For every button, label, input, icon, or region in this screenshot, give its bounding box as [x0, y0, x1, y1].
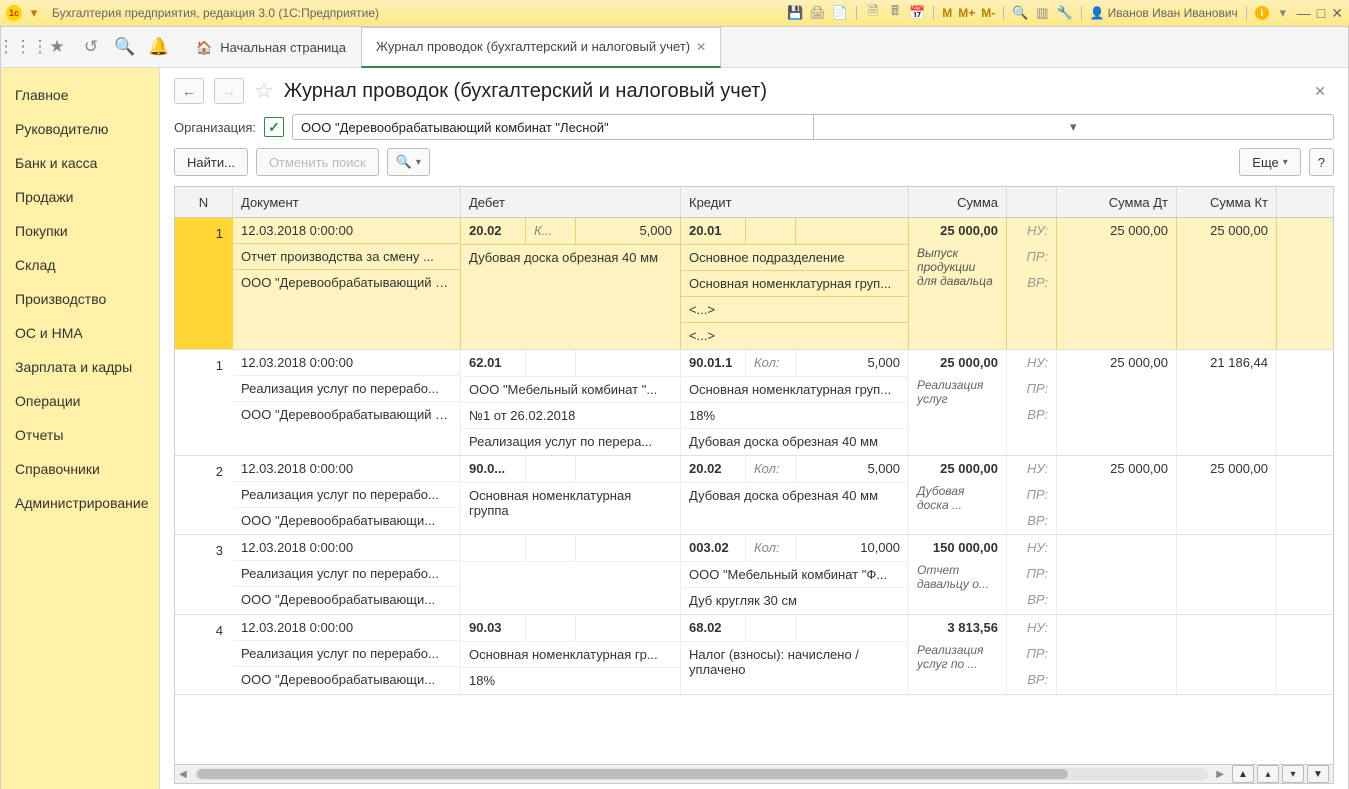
sidebar: ГлавноеРуководителюБанк и кассаПродажиПо… [1, 68, 160, 789]
org-value: ООО "Деревообрабатывающий комбинат "Лесн… [293, 120, 812, 135]
nav-back-button[interactable]: ← [174, 78, 204, 104]
col-sum[interactable]: Сумма [909, 187, 1007, 217]
help-button[interactable]: ? [1309, 148, 1334, 176]
star-icon[interactable]: ★ [47, 37, 67, 57]
sidebar-item-11[interactable]: Справочники [1, 452, 159, 486]
col-credit[interactable]: Кредит [681, 187, 909, 217]
col-n[interactable]: N [175, 187, 233, 217]
horizontal-scrollbar[interactable] [195, 768, 1209, 780]
panels-icon[interactable]: ▥ [1034, 5, 1050, 21]
tab-close-icon[interactable]: ✕ [696, 40, 706, 54]
goto-bottom-button[interactable]: ▼ [1307, 765, 1329, 783]
scroll-right-icon[interactable]: ▶ [1216, 769, 1224, 780]
scroll-left-icon[interactable]: ◀ [179, 769, 187, 780]
cell-n: 2 [175, 456, 233, 534]
compare-icon[interactable]: 🗎 [865, 5, 881, 21]
org-checkbox[interactable]: ✓ [264, 117, 284, 137]
zoom-icon[interactable]: 🔍 [1012, 5, 1028, 21]
tab-journal[interactable]: Журнал проводок (бухгалтерский и налогов… [361, 27, 721, 68]
user-icon: 👤 [1090, 6, 1105, 20]
cell-n: 3 [175, 535, 233, 614]
col-document[interactable]: Документ [233, 187, 461, 217]
tab-home[interactable]: 🏠 Начальная страница [181, 28, 361, 67]
org-input[interactable]: ООО "Деревообрабатывающий комбинат "Лесн… [292, 114, 1334, 140]
goto-top-button[interactable]: ▲ [1232, 765, 1254, 783]
cancel-search-button[interactable]: Отменить поиск [256, 148, 379, 176]
data-table: N Документ Дебет Кредит Сумма Сумма Дт С… [174, 186, 1334, 784]
sidebar-item-9[interactable]: Операции [1, 384, 159, 418]
memory-m-button[interactable]: M [942, 6, 952, 20]
current-user[interactable]: 👤 Иванов Иван Иванович [1090, 6, 1238, 20]
col-sum-kt[interactable]: Сумма Кт [1177, 187, 1277, 217]
search-dropdown-button[interactable]: 🔍▾ [387, 148, 430, 176]
save-icon[interactable]: 💾 [787, 5, 803, 21]
more-button[interactable]: Еще ▾ [1239, 148, 1300, 176]
calendar-icon[interactable]: 📅 [909, 5, 925, 21]
sidebar-item-0[interactable]: Главное [1, 78, 159, 112]
help-icon[interactable]: i [1255, 6, 1269, 20]
table-row[interactable]: 112.03.2018 0:00:00Отчет производства за… [175, 218, 1333, 350]
sidebar-item-5[interactable]: Склад [1, 248, 159, 282]
tool-icon[interactable]: 🔧 [1056, 5, 1072, 21]
sidebar-item-6[interactable]: Производство [1, 282, 159, 316]
minimize-button[interactable]: — [1297, 5, 1311, 21]
calc-icon[interactable]: 🖩 [887, 5, 903, 21]
search-icon[interactable]: 🔍 [115, 37, 135, 57]
org-label: Организация: [174, 120, 256, 135]
maximize-button[interactable]: □ [1317, 5, 1325, 21]
table-row[interactable]: 312.03.2018 0:00:00Реализация услуг по п… [175, 535, 1333, 615]
table-row[interactable]: 212.03.2018 0:00:00Реализация услуг по п… [175, 456, 1333, 535]
titlebar: 1c ▾ Бухгалтерия предприятия, редакция 3… [0, 0, 1349, 27]
sidebar-item-8[interactable]: Зарплата и кадры [1, 350, 159, 384]
org-dropdown-icon[interactable]: ▾ [813, 115, 1333, 139]
bell-icon[interactable]: 🔔 [149, 37, 169, 57]
table-footer: ◀ ▶ ▲ ▴ ▾ ▼ [175, 764, 1333, 783]
logo-1c-icon: 1c [6, 5, 22, 21]
table-header: N Документ Дебет Кредит Сумма Сумма Дт С… [175, 187, 1333, 218]
table-row[interactable]: 112.03.2018 0:00:00Реализация услуг по п… [175, 350, 1333, 456]
tab-journal-label: Журнал проводок (бухгалтерский и налогов… [376, 39, 690, 54]
table-row[interactable]: 412.03.2018 0:00:00Реализация услуг по п… [175, 615, 1333, 695]
sidebar-item-3[interactable]: Продажи [1, 180, 159, 214]
sidebar-item-2[interactable]: Банк и касса [1, 146, 159, 180]
apps-icon[interactable]: ⋮⋮⋮ [13, 37, 33, 57]
close-button[interactable]: ✕ [1331, 5, 1343, 22]
history-icon[interactable]: ↺ [81, 37, 101, 57]
table-body[interactable]: 112.03.2018 0:00:00Отчет производства за… [175, 218, 1333, 764]
find-button[interactable]: Найти... [174, 148, 248, 176]
cell-n: 1 [175, 218, 233, 349]
memory-mplus-button[interactable]: M+ [958, 6, 975, 20]
sidebar-item-4[interactable]: Покупки [1, 214, 159, 248]
go-up-button[interactable]: ▴ [1257, 765, 1279, 783]
page-title: Журнал проводок (бухгалтерский и налогов… [284, 80, 767, 103]
cell-n: 4 [175, 615, 233, 694]
col-labels [1007, 187, 1057, 217]
go-down-button[interactable]: ▾ [1282, 765, 1304, 783]
favorite-icon[interactable]: ☆ [254, 78, 274, 104]
dropdown-icon[interactable]: ▾ [26, 5, 42, 21]
info-dropdown-icon[interactable]: ▾ [1275, 5, 1291, 21]
sidebar-item-12[interactable]: Администрирование [1, 486, 159, 520]
home-icon: 🏠 [196, 40, 212, 56]
memory-mminus-button[interactable]: M- [981, 6, 995, 20]
col-sum-dt[interactable]: Сумма Дт [1057, 187, 1177, 217]
document-icon[interactable]: 📄 [832, 5, 848, 21]
tab-home-label: Начальная страница [220, 40, 346, 55]
user-name: Иванов Иван Иванович [1108, 6, 1238, 20]
window-title: Бухгалтерия предприятия, редакция 3.0 (1… [52, 6, 379, 20]
page-close-icon[interactable]: ✕ [1306, 83, 1334, 100]
sidebar-item-1[interactable]: Руководителю [1, 112, 159, 146]
sidebar-item-7[interactable]: ОС и НМА [1, 316, 159, 350]
sidebar-item-10[interactable]: Отчеты [1, 418, 159, 452]
col-debit[interactable]: Дебет [461, 187, 681, 217]
cell-n: 1 [175, 350, 233, 455]
print-icon[interactable]: 🖨 [809, 5, 826, 21]
nav-forward-button[interactable]: → [214, 78, 244, 104]
